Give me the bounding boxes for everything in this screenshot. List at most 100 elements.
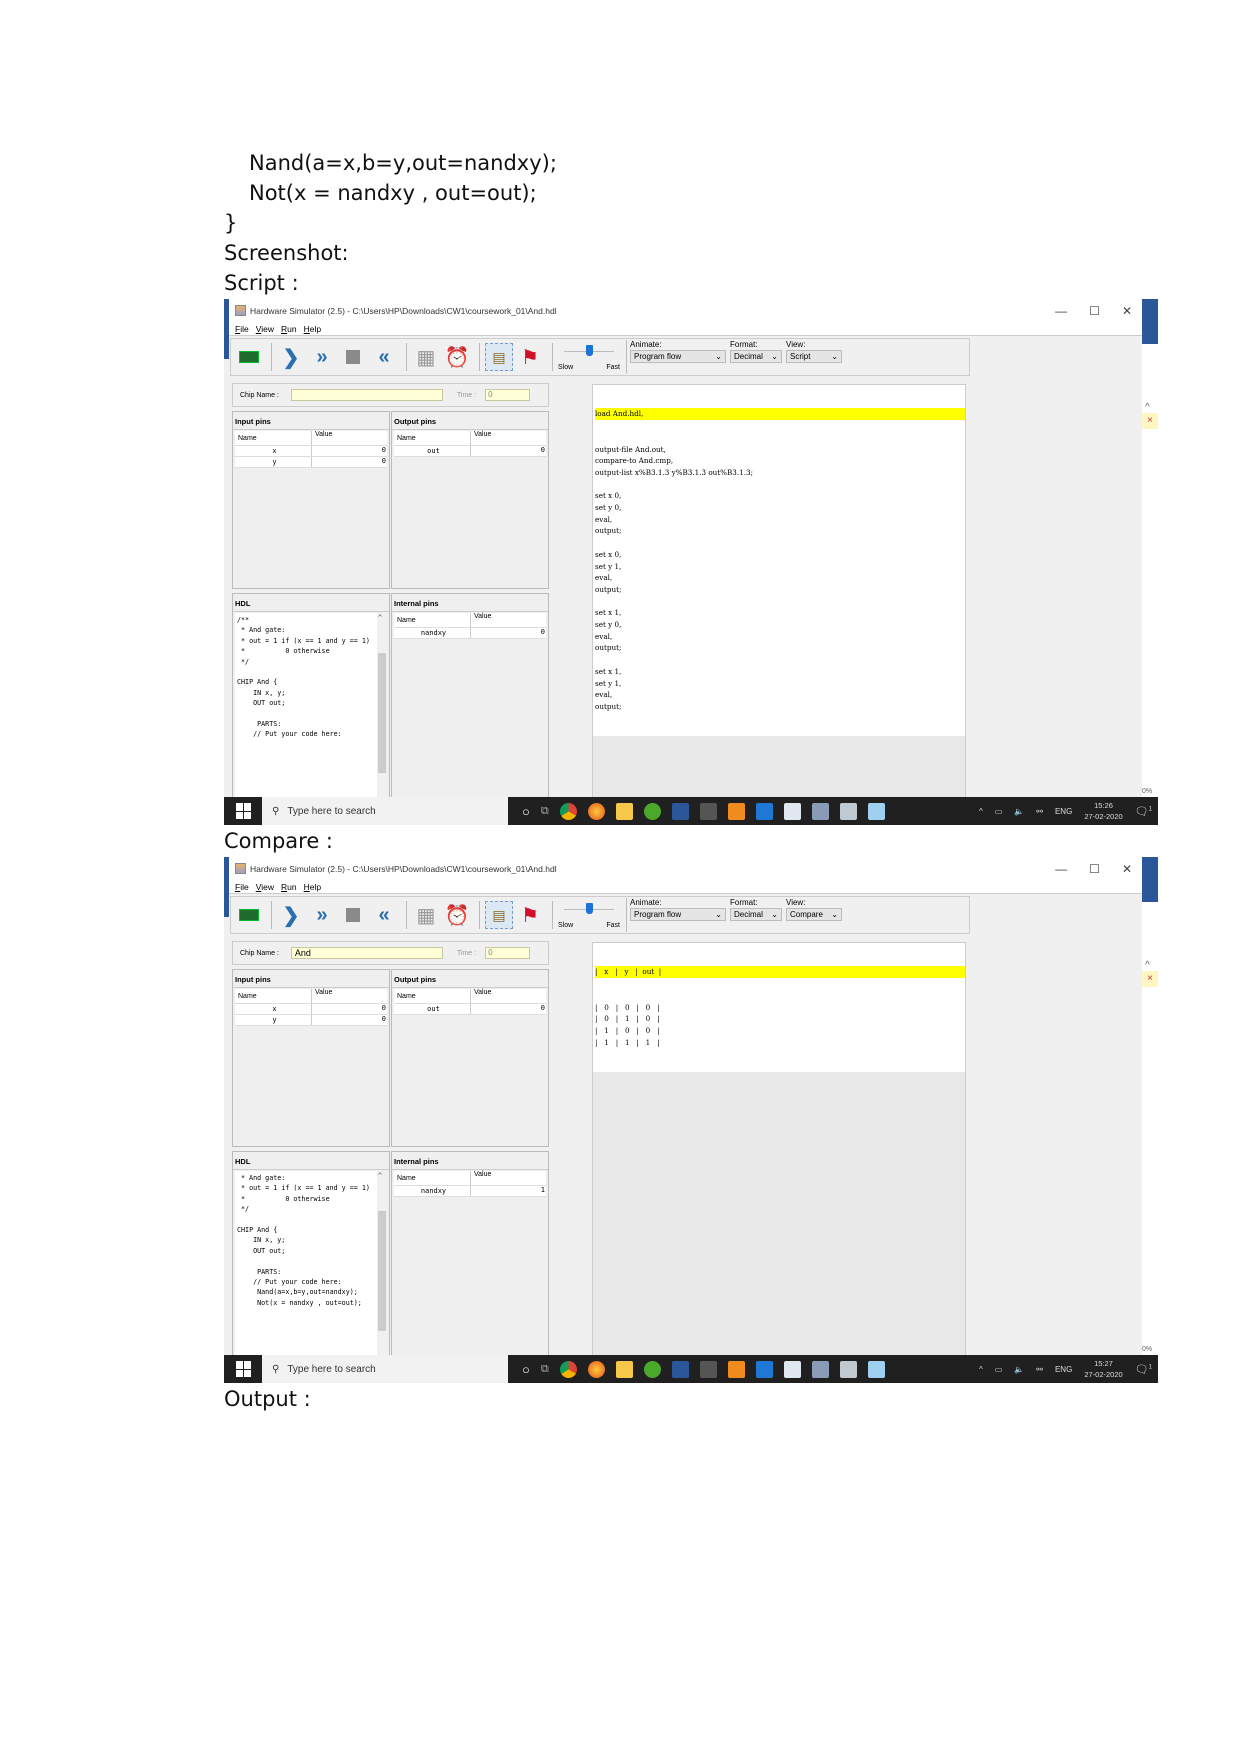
edge-icon[interactable] <box>755 1360 773 1378</box>
stop-button[interactable] <box>339 901 367 929</box>
main-view-pane[interactable]: | x | y | out | | 0 | 0 | 0 | | 0 | 1 | … <box>592 942 966 1383</box>
menu-run[interactable]: Run <box>281 882 297 892</box>
word-icon[interactable] <box>671 802 689 820</box>
menu-run[interactable]: Run <box>281 324 297 334</box>
volume-icon[interactable]: 🔈 <box>1014 807 1024 816</box>
file-explorer-icon[interactable] <box>615 802 633 820</box>
java-icon[interactable] <box>811 1360 829 1378</box>
format-select[interactable]: Decimal ⌄ <box>730 908 782 921</box>
chip-name-field[interactable] <box>290 389 443 401</box>
run-button[interactable]: » <box>308 343 336 371</box>
photos-icon[interactable] <box>783 802 801 820</box>
close-icon[interactable]: × <box>1142 413 1158 429</box>
time-field[interactable]: 0 <box>485 947 531 959</box>
single-step-button[interactable]: ❯ <box>277 343 305 371</box>
menu-file[interactable]: File <box>235 882 249 892</box>
language-indicator[interactable]: ENG <box>1055 807 1072 816</box>
notepad-icon[interactable] <box>867 1360 885 1378</box>
speed-slider[interactable]: Slow Fast <box>558 900 620 930</box>
menu-file[interactable]: File <box>235 324 249 334</box>
scrollbar-thumb[interactable] <box>378 1211 386 1331</box>
menu-help[interactable]: Help <box>304 882 321 892</box>
slider-knob[interactable] <box>585 903 593 914</box>
file-explorer-icon[interactable] <box>615 1360 633 1378</box>
close-icon[interactable]: × <box>1142 971 1158 987</box>
java-icon[interactable] <box>811 802 829 820</box>
minimize-button[interactable]: — <box>1055 304 1067 318</box>
network-icon[interactable]: ⚯ <box>1036 807 1043 816</box>
battery-icon[interactable]: ▭ <box>995 807 1003 816</box>
minimize-button[interactable]: — <box>1055 862 1067 876</box>
load-script-button[interactable]: ▤ <box>485 901 513 929</box>
chrome-icon[interactable] <box>559 1360 577 1378</box>
breakpoints-button[interactable]: ⚑ <box>516 901 544 929</box>
load-chip-button[interactable] <box>235 901 263 929</box>
reset-button[interactable]: « <box>370 343 398 371</box>
notepad-icon[interactable] <box>867 802 885 820</box>
pin-value[interactable]: 0 <box>311 457 387 467</box>
reset-button[interactable]: « <box>370 901 398 929</box>
clock-button[interactable]: ⏰ <box>443 901 471 929</box>
cortana-icon[interactable]: ○ <box>522 1362 530 1377</box>
task-view-icon[interactable]: ⧉ <box>541 805 549 818</box>
stop-button[interactable] <box>339 343 367 371</box>
run-button[interactable]: » <box>308 901 336 929</box>
firefox-icon[interactable] <box>587 1360 605 1378</box>
pin-value[interactable]: 0 <box>311 1004 387 1014</box>
taskbar-search[interactable]: ⚲ Type here to search <box>262 1355 508 1383</box>
task-view-icon[interactable]: ⧉ <box>541 1363 549 1376</box>
view-select[interactable]: Script ⌄ <box>786 350 842 363</box>
app-icon[interactable] <box>699 802 717 820</box>
load-chip-button[interactable] <box>235 343 263 371</box>
sublime-icon[interactable] <box>727 1360 745 1378</box>
single-step-button[interactable]: ❯ <box>277 901 305 929</box>
hdl-scrollbar[interactable]: ^ <box>377 1171 387 1382</box>
animate-select[interactable]: Program flow ⌄ <box>630 350 726 363</box>
scroll-up-icon[interactable]: ^ <box>378 613 382 623</box>
notification-icon[interactable]: 🗨1 <box>1135 1363 1152 1376</box>
scrollbar-thumb[interactable] <box>378 653 386 773</box>
chrome-icon[interactable] <box>559 802 577 820</box>
windows-start-icon[interactable] <box>236 803 252 819</box>
view-select[interactable]: Compare ⌄ <box>786 908 842 921</box>
eval-button[interactable]: ▦ <box>412 343 440 371</box>
snipping-icon[interactable] <box>839 802 857 820</box>
menu-help[interactable]: Help <box>304 324 321 334</box>
time-field[interactable]: 0 <box>485 389 531 401</box>
maximize-button[interactable]: ☐ <box>1089 304 1100 318</box>
edge-icon[interactable] <box>755 802 773 820</box>
pin-value[interactable]: 0 <box>311 446 387 456</box>
sublime-icon[interactable] <box>727 802 745 820</box>
clock[interactable]: 15:27 27-02-2020 <box>1084 1358 1122 1380</box>
taskbar-search[interactable]: ⚲ Type here to search <box>262 797 508 825</box>
chevron-up-icon[interactable]: ^ <box>979 807 983 816</box>
utorrent-icon[interactable] <box>643 1360 661 1378</box>
notification-icon[interactable]: 🗨1 <box>1135 805 1152 818</box>
app-icon[interactable] <box>699 1360 717 1378</box>
chevron-up-icon[interactable]: ^ <box>979 1365 983 1374</box>
main-view-pane[interactable]: load And.hdl, output-file And.out, compa… <box>592 384 966 825</box>
breakpoints-button[interactable]: ⚑ <box>516 343 544 371</box>
close-button[interactable]: ✕ <box>1122 304 1132 318</box>
firefox-icon[interactable] <box>587 802 605 820</box>
format-select[interactable]: Decimal ⌄ <box>730 350 782 363</box>
eval-button[interactable]: ▦ <box>412 901 440 929</box>
battery-icon[interactable]: ▭ <box>995 1365 1003 1374</box>
word-icon[interactable] <box>671 1360 689 1378</box>
animate-select[interactable]: Program flow ⌄ <box>630 908 726 921</box>
chip-name-field[interactable]: And <box>290 947 443 959</box>
pin-value[interactable]: 0 <box>311 1015 387 1025</box>
snipping-icon[interactable] <box>839 1360 857 1378</box>
clock-button[interactable]: ⏰ <box>443 343 471 371</box>
maximize-button[interactable]: ☐ <box>1089 862 1100 876</box>
slider-knob[interactable] <box>585 345 593 356</box>
volume-icon[interactable]: 🔈 <box>1014 1365 1024 1374</box>
speed-slider[interactable]: Slow Fast <box>558 342 620 372</box>
hdl-scrollbar[interactable]: ^ <box>377 613 387 824</box>
menu-view[interactable]: View <box>256 324 274 334</box>
network-icon[interactable]: ⚯ <box>1036 1365 1043 1374</box>
clock[interactable]: 15:26 27-02-2020 <box>1084 800 1122 822</box>
language-indicator[interactable]: ENG <box>1055 1365 1072 1374</box>
utorrent-icon[interactable] <box>643 802 661 820</box>
scroll-up-icon[interactable]: ^ <box>378 1171 382 1181</box>
